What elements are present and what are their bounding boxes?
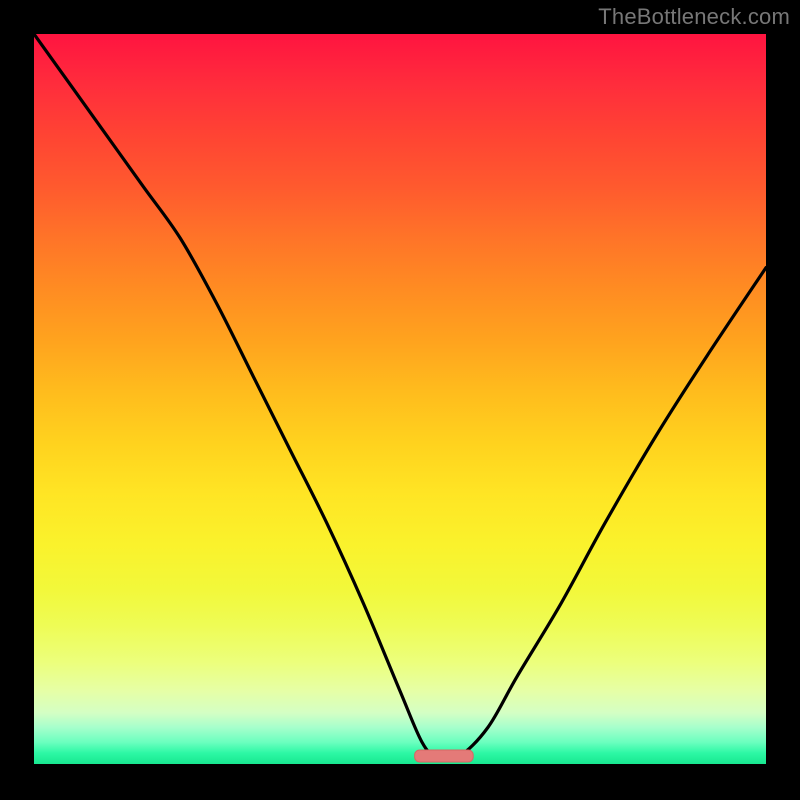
watermark-text: TheBottleneck.com xyxy=(598,4,790,30)
bottleneck-curve xyxy=(34,34,766,760)
plot-svg xyxy=(34,34,766,764)
plot-area xyxy=(34,34,766,764)
optimal-marker xyxy=(415,750,474,762)
chart-frame: TheBottleneck.com xyxy=(0,0,800,800)
